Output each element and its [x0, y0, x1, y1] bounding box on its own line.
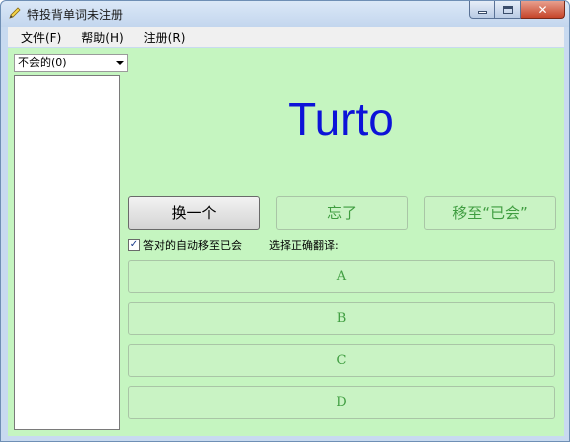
minimize-button[interactable] [469, 1, 495, 19]
minimize-icon [477, 11, 487, 14]
close-icon: ✕ [537, 2, 548, 17]
option-d-button[interactable]: D [128, 386, 555, 419]
window-title: 特投背单词未注册 [27, 8, 124, 22]
word-list[interactable] [14, 75, 120, 430]
forgot-button[interactable]: 忘了 [276, 196, 408, 230]
pencil-icon [9, 7, 21, 19]
filter-dropdown[interactable]: 不会的(0) [14, 54, 128, 72]
choose-translation-label: 选择正确翻译: [269, 239, 339, 252]
menu-file[interactable]: 文件(F) [14, 29, 68, 46]
filter-dropdown-value: 不会的(0) [18, 56, 67, 69]
main-panel: 不会的(0) Turto 换一个 忘了 移至“已会” ✓ 答对的自动移至已会 选… [8, 48, 564, 436]
title-bar[interactable]: 特投背单词未注册 ✕ [1, 1, 569, 27]
caption-buttons: ✕ [469, 1, 565, 19]
auto-move-label[interactable]: 答对的自动移至已会 [143, 237, 242, 253]
menu-bar: 文件(F) 帮助(H) 注册(R) [8, 27, 564, 47]
option-a-button[interactable]: A [128, 260, 555, 293]
maximize-icon [502, 5, 513, 14]
current-word: Turto [288, 93, 394, 145]
next-word-button[interactable]: 换一个 [128, 196, 260, 230]
chevron-down-icon [116, 61, 124, 65]
option-c-button[interactable]: C [128, 344, 555, 377]
menu-register[interactable]: 注册(R) [137, 29, 193, 46]
menu-help[interactable]: 帮助(H) [74, 29, 130, 46]
maximize-button[interactable] [495, 1, 521, 19]
close-button[interactable]: ✕ [521, 1, 565, 19]
auto-move-checkbox[interactable]: ✓ [128, 239, 140, 251]
auto-move-option: ✓ 答对的自动移至已会 [128, 237, 242, 253]
app-window: 特投背单词未注册 ✕ 文件(F) 帮助(H) 注册(R) 不会的(0) Turt… [0, 0, 570, 442]
option-b-button[interactable]: B [128, 302, 555, 335]
move-to-known-button[interactable]: 移至“已会” [424, 196, 556, 230]
